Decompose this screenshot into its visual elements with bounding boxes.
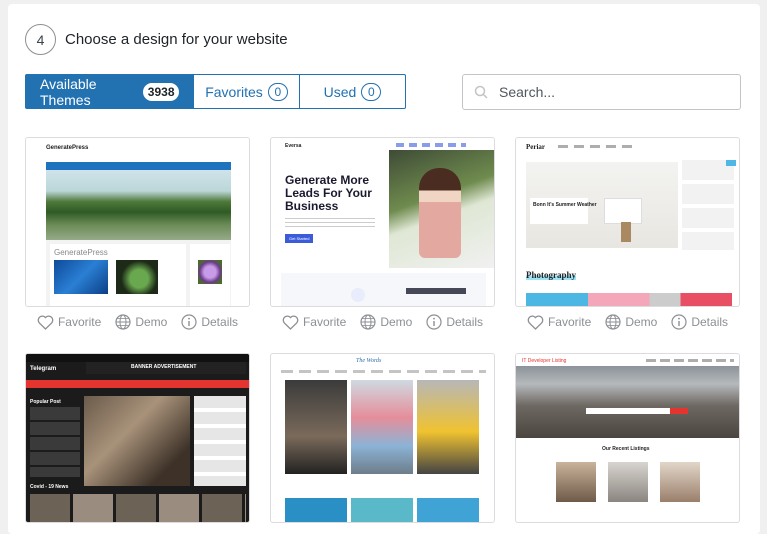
favorite-button[interactable]: Favorite bbox=[282, 314, 346, 330]
favorites-count: 0 bbox=[267, 82, 288, 101]
theme-actions: Favorite Demo Details bbox=[270, 314, 495, 330]
theme-card: IT Developer Listing Our Recent Listings bbox=[515, 353, 740, 530]
details-button[interactable]: Details bbox=[181, 314, 238, 330]
globe-icon bbox=[115, 314, 131, 330]
theme-title: Telegram bbox=[30, 366, 57, 372]
theme-tabs: Available Themes 3938 Favorites 0 Used 0 bbox=[25, 74, 406, 109]
step-title: Choose a design for your website bbox=[65, 31, 288, 48]
info-icon bbox=[426, 314, 442, 330]
theme-card: Periar Bonn It's Summer Weather Photogra… bbox=[515, 137, 740, 330]
theme-cta: Get Started bbox=[285, 234, 314, 243]
theme-section-title: Covid - 19 News bbox=[30, 484, 69, 490]
favorite-label: Favorite bbox=[547, 315, 592, 329]
details-label: Details bbox=[446, 315, 484, 329]
theme-title: IT Developer Listing bbox=[522, 358, 567, 364]
theme-preview[interactable]: Telegram BANNER ADVERTISEMENT Popular Po… bbox=[25, 353, 250, 523]
demo-label: Demo bbox=[625, 315, 658, 329]
theme-banner: BANNER ADVERTISEMENT bbox=[131, 364, 197, 370]
theme-card: Telegram BANNER ADVERTISEMENT Popular Po… bbox=[25, 353, 250, 530]
heart-icon bbox=[37, 314, 54, 330]
favorite-button[interactable]: Favorite bbox=[527, 314, 591, 330]
theme-card: Eversa Generate More Leads For Your Busi… bbox=[270, 137, 495, 330]
favorite-label: Favorite bbox=[57, 315, 102, 329]
theme-title: Eversa bbox=[285, 143, 302, 149]
search-icon bbox=[463, 85, 499, 99]
theme-card: The Words bbox=[270, 353, 495, 530]
favorite-label: Favorite bbox=[302, 315, 347, 329]
available-themes-count: 3938 bbox=[143, 82, 179, 101]
theme-popular: Popular Post bbox=[30, 399, 61, 405]
theme-section-title: Photography bbox=[526, 270, 577, 280]
tab-used[interactable]: Used 0 bbox=[300, 74, 406, 109]
theme-title: GeneratePress bbox=[46, 145, 89, 151]
theme-title: The Words bbox=[356, 358, 382, 364]
theme-preview[interactable]: GeneratePress GeneratePress bbox=[25, 137, 250, 307]
theme-preview[interactable]: IT Developer Listing Our Recent Listings bbox=[515, 353, 740, 523]
theme-actions: Favorite Demo Details bbox=[515, 314, 740, 330]
demo-label: Demo bbox=[380, 315, 413, 329]
theme-preview[interactable]: Eversa Generate More Leads For Your Busi… bbox=[270, 137, 495, 307]
tab-available-themes[interactable]: Available Themes 3938 bbox=[25, 74, 194, 109]
tab-available-themes-label: Available Themes bbox=[40, 75, 97, 108]
info-icon bbox=[671, 314, 687, 330]
details-button[interactable]: Details bbox=[671, 314, 728, 330]
theme-actions: Favorite Demo Details bbox=[25, 314, 250, 330]
search-input[interactable] bbox=[499, 84, 729, 100]
globe-icon bbox=[360, 314, 376, 330]
favorite-button[interactable]: Favorite bbox=[37, 314, 101, 330]
tab-used-label: Used bbox=[323, 83, 357, 100]
heart-icon bbox=[527, 314, 544, 330]
demo-label: Demo bbox=[135, 315, 168, 329]
tab-favorites[interactable]: Favorites 0 bbox=[194, 74, 300, 109]
step-number: 4 bbox=[25, 24, 56, 55]
theme-search bbox=[462, 74, 741, 110]
theme-headline: Generate More Leads For Your Business bbox=[285, 173, 372, 213]
demo-button[interactable]: Demo bbox=[360, 314, 412, 330]
theme-card: GeneratePress GeneratePress Favorite Dem… bbox=[25, 137, 250, 330]
theme-preview[interactable]: Periar Bonn It's Summer Weather Photogra… bbox=[515, 137, 740, 307]
theme-preview[interactable]: The Words bbox=[270, 353, 495, 523]
theme-chooser-panel: 4 Choose a design for your website Avail… bbox=[8, 4, 760, 534]
details-label: Details bbox=[201, 315, 239, 329]
details-label: Details bbox=[691, 315, 729, 329]
theme-body-title: GeneratePress bbox=[54, 248, 108, 257]
info-icon bbox=[181, 314, 197, 330]
details-button[interactable]: Details bbox=[426, 314, 483, 330]
step-header: 4 Choose a design for your website bbox=[25, 24, 288, 55]
demo-button[interactable]: Demo bbox=[115, 314, 167, 330]
theme-post-title: Bonn It's Summer Weather bbox=[533, 202, 597, 208]
theme-title: Periar bbox=[526, 143, 546, 151]
theme-section-title: Our Recent Listings bbox=[602, 446, 650, 452]
tab-favorites-label: Favorites bbox=[205, 83, 263, 100]
globe-icon bbox=[605, 314, 621, 330]
demo-button[interactable]: Demo bbox=[605, 314, 657, 330]
heart-icon bbox=[282, 314, 299, 330]
used-count: 0 bbox=[361, 82, 382, 101]
